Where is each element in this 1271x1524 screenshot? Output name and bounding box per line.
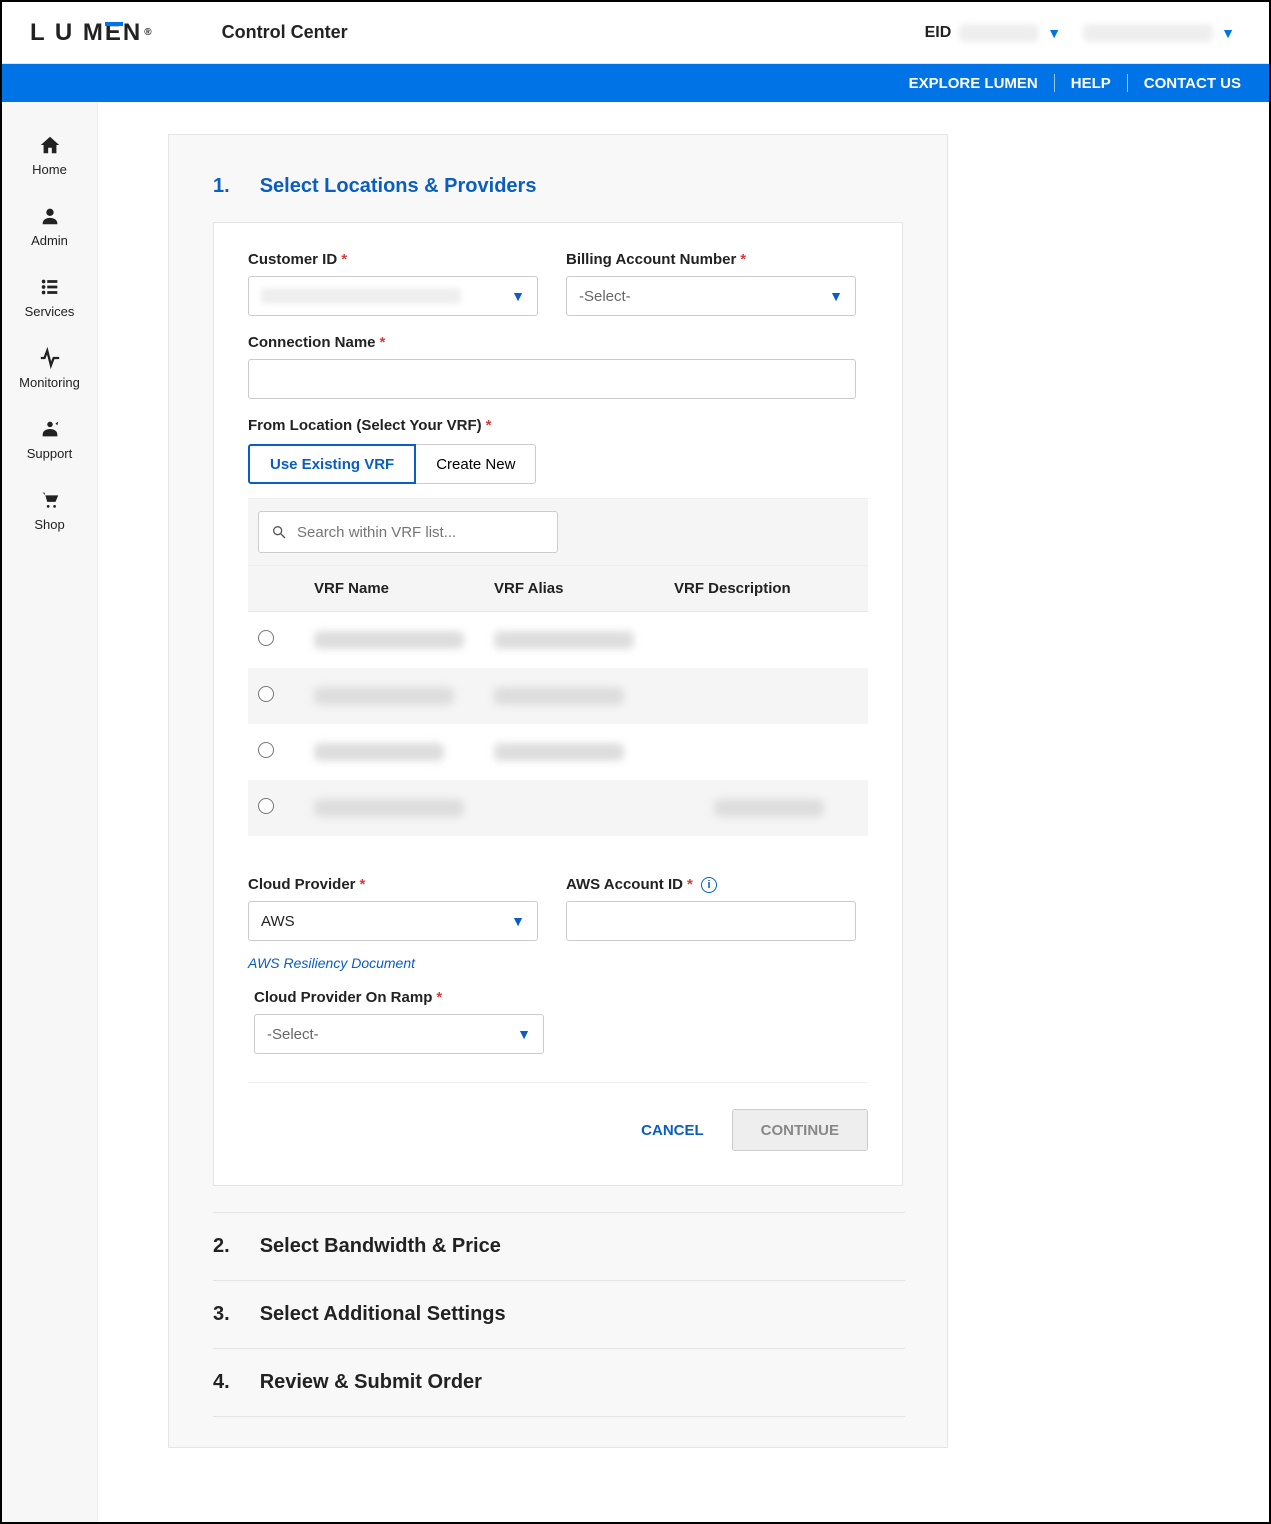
nav-label: Support <box>27 446 73 461</box>
nav-label: Services <box>25 304 75 319</box>
vrf-radio[interactable] <box>258 742 274 758</box>
vrf-radio[interactable] <box>258 686 274 702</box>
help-link[interactable]: HELP <box>1071 75 1111 92</box>
col-vrf-description: VRF Description <box>674 580 858 597</box>
vrf-mode-toggle: Use Existing VRF Create New <box>248 444 868 484</box>
nav-services[interactable]: Services <box>2 262 97 333</box>
use-existing-vrf-button[interactable]: Use Existing VRF <box>248 444 416 484</box>
chevron-down-icon[interactable]: ▼ <box>1221 25 1235 41</box>
home-icon <box>39 134 61 156</box>
step-number: 4. <box>213 1371 230 1394</box>
step-title: Select Additional Settings <box>260 1303 506 1326</box>
vrf-row[interactable] <box>248 724 868 780</box>
nav-monitoring[interactable]: Monitoring <box>2 333 97 404</box>
eid-label: EID <box>925 24 952 42</box>
step-1-header: 1. Select Locations & Providers <box>213 175 903 198</box>
billing-select[interactable]: -Select-▼ <box>566 276 856 316</box>
vrf-row[interactable] <box>248 668 868 724</box>
nav-shop[interactable]: Shop <box>2 475 97 546</box>
aws-account-id-label: AWS Account ID* i <box>566 876 856 893</box>
vrf-radio[interactable] <box>258 798 274 814</box>
customer-id-select[interactable]: ▼ <box>248 276 538 316</box>
contact-link[interactable]: CONTACT US <box>1144 75 1241 92</box>
step-2-header[interactable]: 2. Select Bandwidth & Price <box>213 1212 905 1280</box>
on-ramp-select[interactable]: -Select-▼ <box>254 1014 544 1054</box>
vrf-row[interactable] <box>248 780 868 836</box>
col-vrf-alias: VRF Alias <box>494 580 674 597</box>
step-number: 1. <box>213 175 230 198</box>
cloud-provider-select[interactable]: AWS▼ <box>248 901 538 941</box>
user-name <box>1083 24 1213 42</box>
nav-support[interactable]: Support <box>2 404 97 475</box>
connection-name-label: Connection Name* <box>248 334 856 351</box>
vrf-row[interactable] <box>248 612 868 668</box>
list-icon <box>39 276 61 298</box>
step-title: Select Bandwidth & Price <box>260 1235 501 1258</box>
info-icon[interactable]: i <box>701 877 717 893</box>
top-header: L U M E N® Control Center EID ▼ ▼ <box>2 2 1269 64</box>
step-number: 3. <box>213 1303 230 1326</box>
on-ramp-label: Cloud Provider On Ramp* <box>254 989 544 1006</box>
chevron-down-icon[interactable]: ▼ <box>1047 25 1061 41</box>
side-nav: Home Admin Services Monitoring Support S… <box>2 102 98 1522</box>
app-title: Control Center <box>222 22 348 43</box>
user-icon <box>39 205 61 227</box>
vrf-table-header: VRF Name VRF Alias VRF Description <box>248 566 868 612</box>
step-title: Review & Submit Order <box>260 1371 482 1394</box>
cancel-button[interactable]: CANCEL <box>641 1122 704 1139</box>
vrf-search-input[interactable] <box>258 511 558 553</box>
step-3-header[interactable]: 3. Select Additional Settings <box>213 1280 905 1348</box>
connection-name-input[interactable] <box>248 359 856 399</box>
step-number: 2. <box>213 1235 230 1258</box>
billing-label: Billing Account Number* <box>566 251 856 268</box>
step-title: Select Locations & Providers <box>260 175 537 198</box>
create-new-vrf-button[interactable]: Create New <box>416 444 536 484</box>
step-1-panel: Customer ID* ▼ Billing Account Number* -… <box>213 222 903 1186</box>
customer-id-label: Customer ID* <box>248 251 538 268</box>
activity-icon <box>39 347 61 369</box>
wizard-card: 1. Select Locations & Providers Customer… <box>168 134 948 1448</box>
cloud-provider-label: Cloud Provider* <box>248 876 538 893</box>
nav-label: Shop <box>34 517 64 532</box>
utility-nav: EXPLORE LUMEN HELP CONTACT US <box>2 64 1269 102</box>
vrf-radio[interactable] <box>258 630 274 646</box>
nav-home[interactable]: Home <box>2 120 97 191</box>
cart-icon <box>39 489 61 511</box>
support-icon <box>39 418 61 440</box>
logo: L U M E N® <box>30 19 154 47</box>
nav-admin[interactable]: Admin <box>2 191 97 262</box>
aws-account-id-input[interactable] <box>566 901 856 941</box>
from-location-label: From Location (Select Your VRF)* <box>248 417 868 434</box>
continue-button[interactable]: CONTINUE <box>732 1109 868 1151</box>
eid-value <box>959 24 1039 42</box>
step-4-header[interactable]: 4. Review & Submit Order <box>213 1348 905 1417</box>
nav-label: Monitoring <box>19 375 80 390</box>
search-icon <box>271 524 287 540</box>
vrf-table-body <box>248 612 868 836</box>
nav-label: Admin <box>31 233 68 248</box>
aws-resiliency-link[interactable]: AWS Resiliency Document <box>248 955 538 971</box>
explore-link[interactable]: EXPLORE LUMEN <box>909 75 1038 92</box>
col-vrf-name: VRF Name <box>314 580 494 597</box>
nav-label: Home <box>32 162 67 177</box>
